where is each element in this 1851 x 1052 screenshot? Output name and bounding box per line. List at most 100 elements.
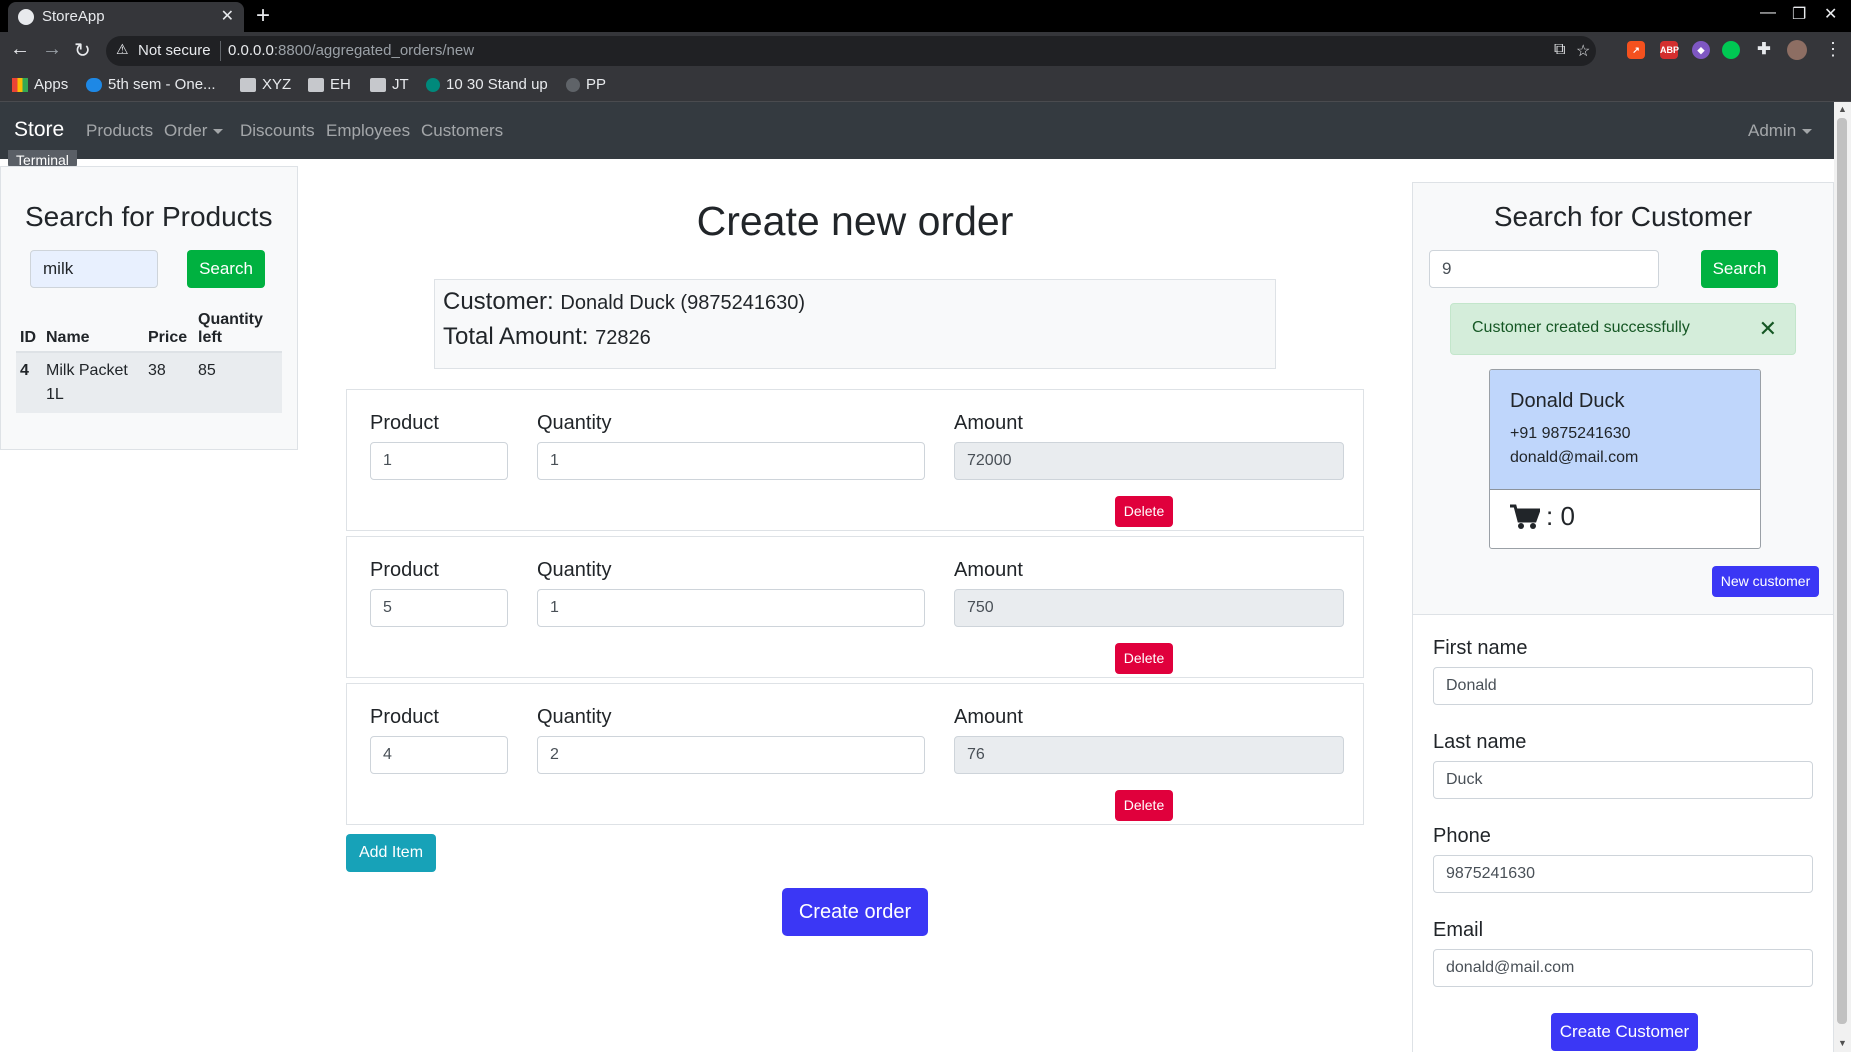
table-row[interactable]: 4 Milk Packet 1L 38 85 [16,352,282,413]
bookmark-pp[interactable]: PP [566,76,606,93]
customer-form: First name Donald Last name Duck Phone 9… [1413,614,1833,1052]
phone-field[interactable]: 9875241630 [1433,855,1813,893]
folder-icon [308,77,324,92]
profile-avatar[interactable] [1787,40,1807,60]
quantity-label: Quantity [537,706,612,728]
translate-icon[interactable]: ⧉ [1554,41,1565,59]
bookmark-label: JT [392,76,409,93]
restore-icon[interactable]: ❐ [1792,4,1806,24]
product-id-input[interactable]: 5 [370,589,508,627]
nav-employees[interactable]: Employees [326,121,410,141]
nav-admin-label: Admin [1748,121,1797,140]
amount-field: 76 [954,736,1344,774]
url-divider [220,41,221,61]
caret-down-icon [213,129,224,135]
create-order-button[interactable]: Create order [782,888,928,936]
app-navbar: Store Products Order Discounts Employees… [0,102,1834,159]
nav-order-dropdown[interactable]: Order [164,121,224,141]
meet-icon [426,77,440,92]
nav-customers[interactable]: Customers [421,121,503,141]
customer-card[interactable]: Donald Duck +91 9875241630 donald@mail.c… [1489,369,1761,549]
scroll-up-icon[interactable]: ▲ [1838,104,1847,114]
customer-search-title: Search for Customer [1493,201,1753,232]
adblock-extension-icon[interactable]: ABP [1660,41,1679,59]
nav-products[interactable]: Products [86,121,153,141]
bookmark-standup[interactable]: 10 30 Stand up [426,76,548,93]
brand-link[interactable]: Store [14,118,64,142]
order-item-card: Product Quantity Amount 4 2 76 Delete [346,683,1364,825]
cell-name: Milk Packet 1L [42,352,144,413]
bookmark-apps[interactable]: Apps [12,76,68,93]
quantity-label: Quantity [537,412,612,434]
add-item-button[interactable]: Add Item [346,834,436,872]
product-label: Product [370,706,439,728]
browser-tab[interactable]: StoreApp ✕ [8,2,244,32]
url-text: 0.0.0.0:8800/aggregated_orders/new [228,42,474,59]
customer-search-panel: Search for Customer 9 Search Customer cr… [1412,182,1834,1052]
bookmark-folder-jt[interactable]: JT [370,76,409,93]
bookmark-folder-eh[interactable]: EH [308,76,351,93]
table-header-row: ID Name Price Quantity left [16,307,282,353]
quantity-input[interactable]: 2 [537,736,925,774]
product-id-input[interactable]: 4 [370,736,508,774]
green-extension-icon[interactable] [1722,41,1740,59]
menu-icon[interactable]: ⋮ [1824,39,1842,60]
amount-label: Amount [954,706,1023,728]
nav-admin-dropdown[interactable]: Admin [1748,121,1813,141]
minimize-icon[interactable]: — [1760,4,1776,22]
reload-icon[interactable]: ↻ [74,38,91,63]
new-tab-button[interactable]: + [256,2,270,30]
cell-quantity-left: 85 [194,352,282,413]
close-icon[interactable]: ✕ [1759,316,1777,342]
create-customer-button[interactable]: Create Customer [1551,1013,1698,1051]
product-results-table: ID Name Price Quantity left 4 Milk Packe… [16,307,282,413]
extension-icon[interactable]: ◆ [1692,41,1710,59]
forward-icon[interactable]: → [42,38,62,61]
customer-search-button[interactable]: Search [1701,250,1778,288]
folder-icon [240,77,256,92]
amount-field: 750 [954,589,1344,627]
nav-discounts[interactable]: Discounts [240,121,315,141]
quantity-input[interactable]: 1 [537,442,925,480]
quantity-input[interactable]: 1 [537,589,925,627]
bookmark-folder-xyz[interactable]: XYZ [240,76,291,93]
bookmark-label: EH [330,76,351,93]
url-path: :8800/aggregated_orders/new [273,42,475,59]
delete-item-button[interactable]: Delete [1115,496,1173,527]
back-icon[interactable]: ← [10,38,30,61]
email-field[interactable]: donald@mail.com [1433,949,1813,987]
delete-item-button[interactable]: Delete [1115,643,1173,674]
star-icon[interactable]: ☆ [1576,41,1590,61]
alert-message: Customer created successfully [1472,319,1690,336]
delete-item-button[interactable]: Delete [1115,790,1173,821]
product-search-panel: Search for Products milk Search ID Name … [0,166,298,450]
order-item-card: Product Quantity Amount 1 1 72000 Delete [346,389,1364,531]
col-price: Price [144,307,194,353]
bookmark-onedrive[interactable]: 5th sem - One... [86,76,216,93]
new-customer-button[interactable]: New customer [1712,566,1819,597]
address-bar: ← → ↻ ⚠ Not secure 0.0.0.0:8800/aggregat… [0,32,1851,70]
tab-title: StoreApp [42,8,105,25]
first-name-field[interactable]: Donald [1433,667,1813,705]
product-search-title: Search for Products [25,201,273,232]
not-secure-label: Not secure [138,42,211,59]
last-name-field[interactable]: Duck [1433,761,1813,799]
cell-id: 4 [16,352,42,413]
scroll-down-icon[interactable]: ▼ [1838,1038,1847,1048]
window-close-icon[interactable]: ✕ [1824,4,1837,24]
customer-search-input[interactable]: 9 [1429,250,1659,288]
customer-email: donald@mail.com [1510,449,1639,466]
customer-phone: +91 9875241630 [1510,425,1631,442]
product-search-button[interactable]: Search [187,250,265,288]
url-field[interactable]: ⚠ Not secure 0.0.0.0:8800/aggregated_ord… [106,36,1596,66]
amount-label: Amount [954,559,1023,581]
analytics-extension-icon[interactable]: ↗ [1627,41,1645,59]
tab-close-icon[interactable]: ✕ [221,6,234,26]
scrollbar-thumb[interactable] [1837,118,1847,1024]
page-title: Create new order [696,198,1014,244]
product-search-input[interactable]: milk [30,250,158,288]
puzzle-icon[interactable]: ✚ [1755,41,1773,59]
page-scrollbar[interactable]: ▲ ▼ [1834,102,1851,1052]
cloud-icon [86,77,102,92]
product-id-input[interactable]: 1 [370,442,508,480]
